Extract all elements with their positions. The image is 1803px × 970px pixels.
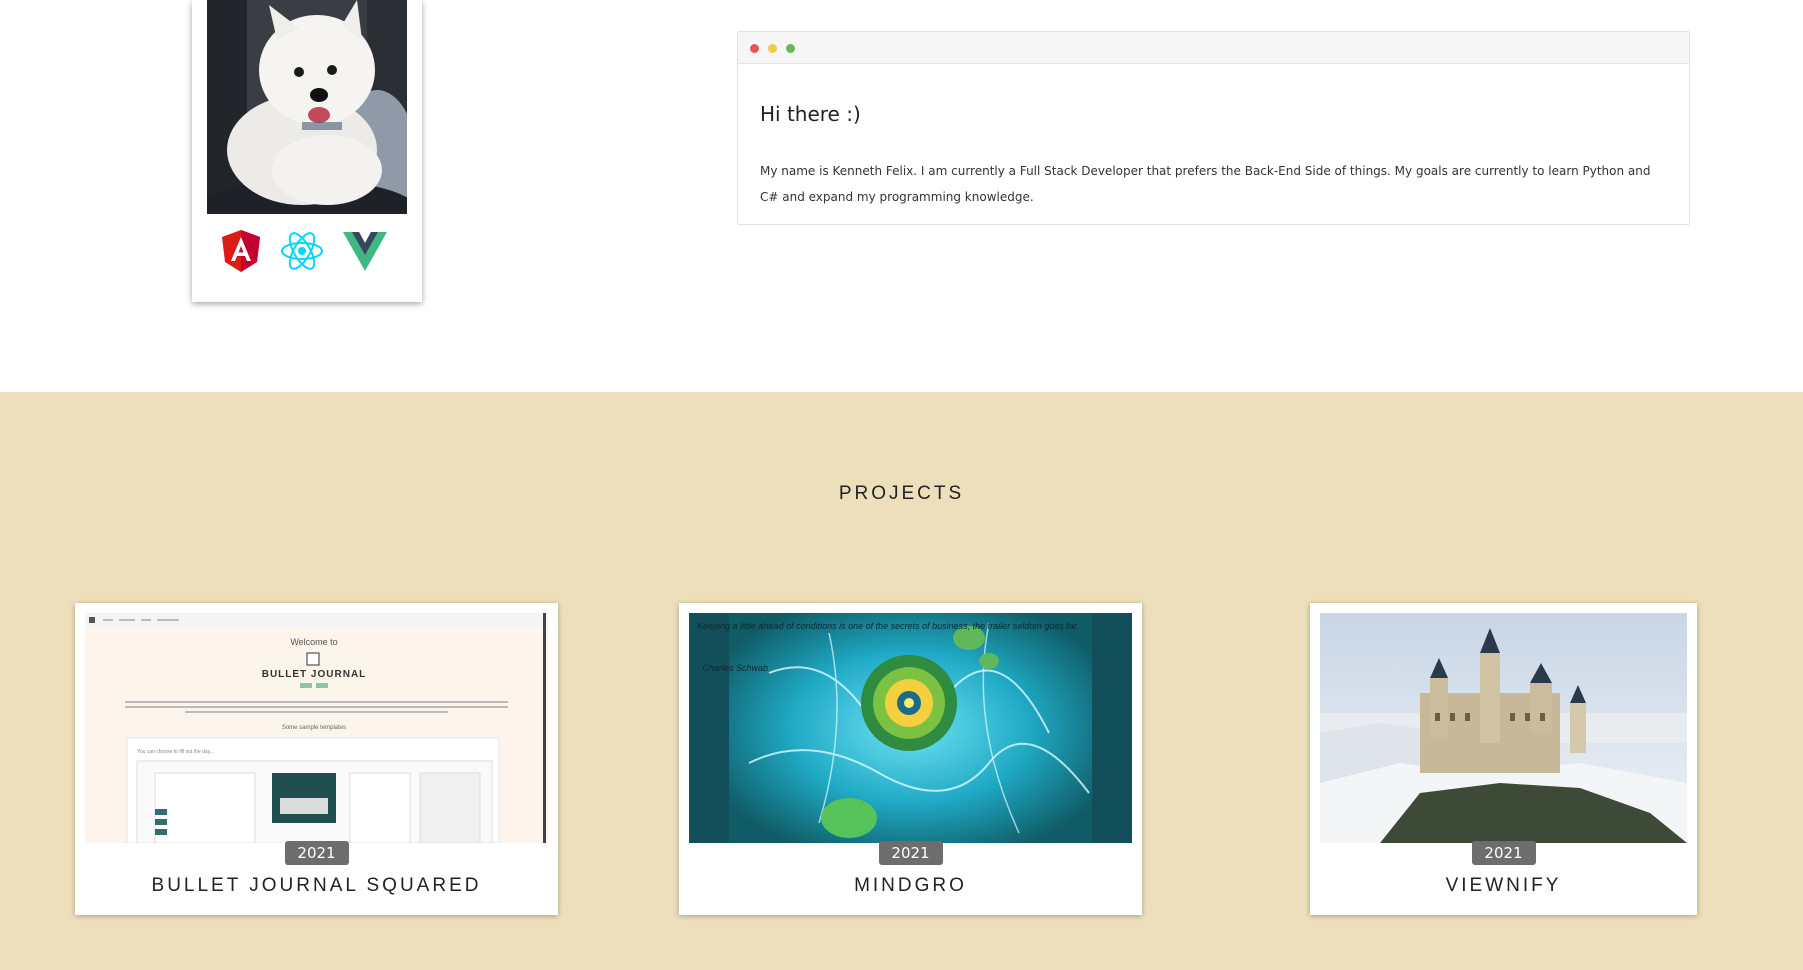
project-title[interactable]: VIEWNIFY (1310, 875, 1697, 897)
react-icon (279, 228, 325, 274)
thumb-templates-text: Some sample templates (282, 725, 346, 731)
project-card-viewnify[interactable]: 2021 VIEWNIFY (1310, 603, 1697, 915)
year-badge: 2021 (284, 841, 349, 865)
thumb-brand-text: BULLET JOURNAL (262, 669, 367, 680)
thumb-welcome-text: Welcome to (290, 637, 337, 647)
profile-card (192, 0, 422, 302)
dog-photo (207, 0, 407, 214)
project-card-mindgro[interactable]: Keeping a little ahead of conditions is … (679, 603, 1142, 915)
project-thumbnail[interactable] (1320, 613, 1687, 843)
about-section: Hi there :) My name is Kenneth Felix. I … (0, 0, 1803, 392)
angular-icon (218, 228, 264, 274)
close-dot-icon (750, 44, 759, 53)
maximize-dot-icon (786, 44, 795, 53)
project-card-bullet-journal[interactable]: Welcome to BULLET JOURNAL Some sample te… (75, 603, 558, 915)
projects-title: PROJECTS (838, 483, 965, 504)
bio-text: My name is Kenneth Felix. I am currently… (760, 164, 1651, 204)
project-thumbnail[interactable]: Welcome to BULLET JOURNAL Some sample te… (85, 613, 548, 843)
project-title[interactable]: BULLET JOURNAL SQUARED (75, 875, 558, 897)
year-badge: 2021 (878, 841, 943, 865)
thumb-author-text: - Charles Schwab (697, 663, 768, 673)
project-thumbnail[interactable]: Keeping a little ahead of conditions is … (689, 613, 1132, 843)
minimize-dot-icon (768, 44, 777, 53)
terminal-titlebar (738, 32, 1689, 64)
year-badge: 2021 (1471, 841, 1536, 865)
tech-icons (192, 228, 422, 276)
project-title[interactable]: MINDGRO (679, 875, 1142, 897)
terminal-window: Hi there :) My name is Kenneth Felix. I … (737, 31, 1690, 225)
thumb-fill-text: You can choose to fill out the day... (137, 749, 214, 755)
vue-icon (342, 228, 388, 274)
projects-section: PROJECTS Welcome to BULLET JOURNAL Some … (0, 392, 1803, 970)
greeting-heading: Hi there :) (760, 102, 861, 126)
thumb-quote-text: Keeping a little ahead of conditions is … (697, 621, 1079, 631)
